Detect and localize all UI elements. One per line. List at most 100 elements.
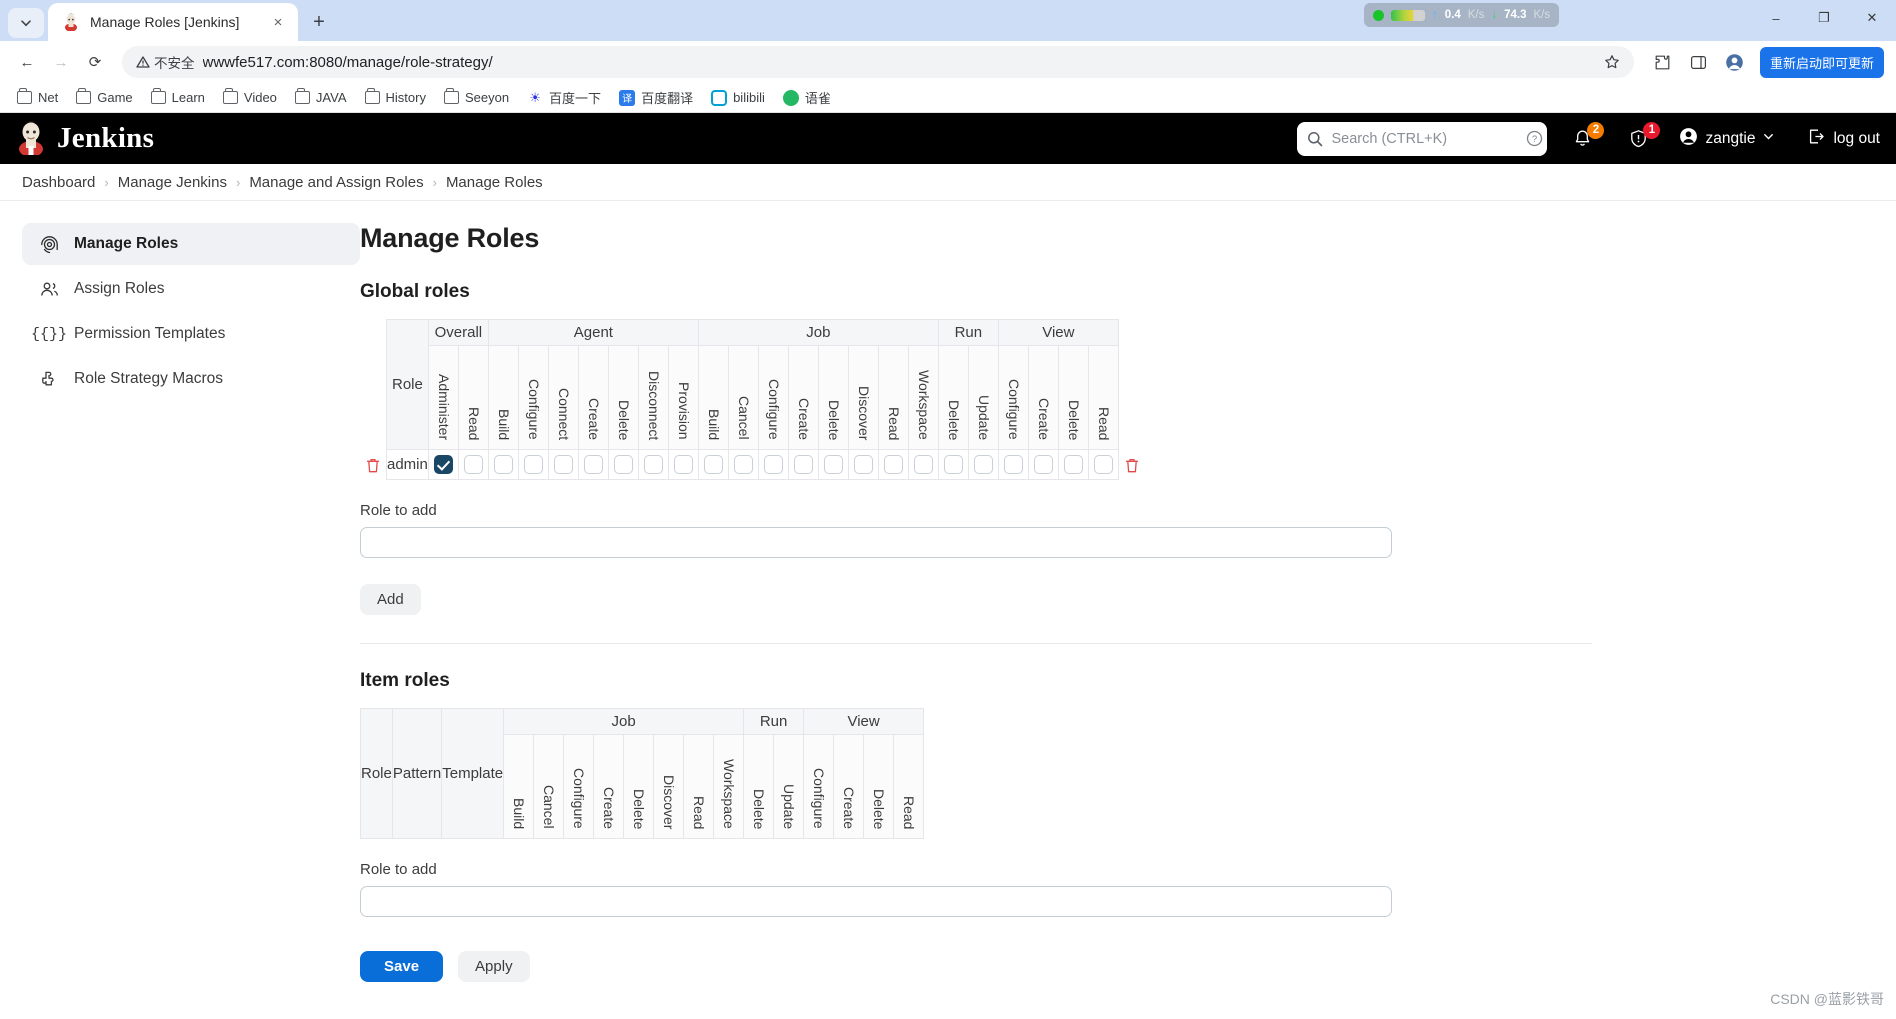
logout-icon: [1807, 127, 1826, 151]
checkbox-unchecked-icon[interactable]: [493, 455, 513, 474]
checkbox-unchecked-icon[interactable]: [553, 455, 573, 474]
permission-cell-update-18[interactable]: [967, 449, 999, 480]
sidebar-item-role-strategy-macros[interactable]: Role Strategy Macros: [22, 358, 360, 400]
permission-cell-create-20[interactable]: [1027, 449, 1059, 480]
permission-cell-provision-8[interactable]: [667, 449, 699, 480]
permission-cell-configure-11[interactable]: [757, 449, 789, 480]
bookmark-baidu-translate[interactable]: 译 百度翻译: [612, 85, 700, 110]
bookmark-learn[interactable]: Learn: [144, 87, 212, 108]
forward-icon[interactable]: →: [46, 47, 76, 77]
permission-cell-delete-13[interactable]: [817, 449, 849, 480]
permission-cell-configure-3[interactable]: [517, 449, 549, 480]
checkbox-unchecked-icon[interactable]: [463, 455, 483, 474]
permission-cell-read-1[interactable]: [457, 449, 489, 480]
address-bar[interactable]: 不安全 wwwfe517.com:8080/manage/role-strate…: [122, 46, 1634, 78]
jenkins-search-box[interactable]: ?: [1297, 121, 1548, 156]
side-panel-icon[interactable]: [1684, 47, 1714, 77]
permission-cell-workspace-16[interactable]: [907, 449, 939, 480]
permission-cell-create-5[interactable]: [577, 449, 609, 480]
checkbox-unchecked-icon[interactable]: [763, 455, 783, 474]
breadcrumb-item-manage-roles[interactable]: Manage Roles: [446, 174, 543, 191]
checkbox-unchecked-icon[interactable]: [913, 455, 933, 474]
close-icon[interactable]: ×: [268, 12, 288, 32]
jenkins-home-link[interactable]: Jenkins: [14, 119, 154, 159]
new-tab-button[interactable]: +: [304, 7, 334, 37]
permission-cell-administer-0[interactable]: [427, 449, 459, 480]
permission-cell-delete-21[interactable]: [1057, 449, 1089, 480]
item-role-to-add-input[interactable]: [360, 886, 1392, 917]
update-browser-button[interactable]: 重新启动即可更新: [1759, 46, 1884, 78]
sidebar-item-manage-roles[interactable]: Manage Roles: [22, 223, 360, 265]
notifications-bell-button[interactable]: 2: [1567, 121, 1605, 154]
permission-cell-delete-6[interactable]: [607, 449, 639, 480]
trash-icon[interactable]: [360, 450, 386, 480]
search-input[interactable]: [1331, 130, 1519, 147]
search-icon: [1307, 131, 1323, 147]
breadcrumb-item-manage-jenkins[interactable]: Manage Jenkins: [118, 174, 227, 191]
profile-avatar-icon[interactable]: [1720, 47, 1750, 77]
permission-cell-create-12[interactable]: [787, 449, 819, 480]
breadcrumb-item-dashboard[interactable]: Dashboard: [22, 174, 95, 191]
checkbox-checked-icon[interactable]: [433, 455, 453, 474]
bookmark-java[interactable]: JAVA: [288, 87, 354, 108]
checkbox-unchecked-icon[interactable]: [1033, 455, 1053, 474]
browser-tab[interactable]: Manage Roles [Jenkins] ×: [48, 3, 298, 41]
bookmark-baidu[interactable]: ☀ 百度一下: [520, 85, 608, 110]
save-button[interactable]: Save: [360, 951, 444, 982]
checkbox-unchecked-icon[interactable]: [973, 455, 993, 474]
maximize-button[interactable]: ❐: [1800, 0, 1848, 36]
permission-cell-read-22[interactable]: [1087, 449, 1119, 480]
permission-cell-configure-19[interactable]: [997, 449, 1029, 480]
checkbox-unchecked-icon[interactable]: [733, 455, 753, 474]
user-menu-button[interactable]: zangtie: [1679, 127, 1775, 151]
column-header-label: Discover: [855, 385, 872, 440]
checkbox-unchecked-icon[interactable]: [613, 455, 633, 474]
bookmark-seeyon[interactable]: Seeyon: [437, 87, 516, 108]
back-icon[interactable]: ←: [12, 47, 42, 77]
permission-cell-build-9[interactable]: [697, 449, 729, 480]
minimize-button[interactable]: –: [1752, 0, 1800, 36]
checkbox-unchecked-icon[interactable]: [673, 455, 693, 474]
delete-role-right-icon[interactable]: [1119, 450, 1145, 480]
sidebar-item-assign-roles[interactable]: Assign Roles: [22, 268, 360, 310]
checkbox-unchecked-icon[interactable]: [1093, 455, 1113, 474]
close-window-button[interactable]: ✕: [1848, 0, 1896, 36]
permission-cell-discover-14[interactable]: [847, 449, 879, 480]
bookmark-game[interactable]: Game: [69, 87, 139, 108]
permission-cell-cancel-10[interactable]: [727, 449, 759, 480]
global-role-to-add-input[interactable]: [360, 527, 1392, 558]
checkbox-unchecked-icon[interactable]: [793, 455, 813, 474]
add-global-role-button[interactable]: Add: [360, 584, 421, 615]
bookmark-yuque[interactable]: 语雀: [776, 85, 838, 110]
bookmark-bilibili[interactable]: bilibili: [704, 87, 772, 109]
bookmark-history[interactable]: History: [358, 87, 433, 108]
bookmark-video[interactable]: Video: [216, 87, 284, 108]
logout-button[interactable]: log out: [1807, 127, 1880, 151]
permission-cell-read-15[interactable]: [877, 449, 909, 480]
checkbox-unchecked-icon[interactable]: [853, 455, 873, 474]
permission-cell-disconnect-7[interactable]: [637, 449, 669, 480]
bookmark-net[interactable]: Net: [10, 87, 65, 108]
bookmark-star-icon[interactable]: [1604, 54, 1620, 70]
apply-button[interactable]: Apply: [458, 951, 530, 982]
security-alert-button[interactable]: 1: [1623, 121, 1661, 154]
sidebar-item-permission-templates[interactable]: {{}} Permission Templates: [22, 313, 360, 355]
breadcrumb-item-manage-and-assign-roles[interactable]: Manage and Assign Roles: [249, 174, 423, 191]
checkbox-unchecked-icon[interactable]: [643, 455, 663, 474]
tab-search-button[interactable]: [8, 8, 44, 38]
checkbox-unchecked-icon[interactable]: [1063, 455, 1083, 474]
help-circle-icon[interactable]: ?: [1526, 130, 1543, 147]
permission-cell-build-2[interactable]: [487, 449, 519, 480]
checkbox-unchecked-icon[interactable]: [883, 455, 903, 474]
not-secure-indicator[interactable]: 不安全: [136, 52, 195, 72]
checkbox-unchecked-icon[interactable]: [583, 455, 603, 474]
reload-icon[interactable]: ⟳: [80, 47, 110, 77]
checkbox-unchecked-icon[interactable]: [523, 455, 543, 474]
checkbox-unchecked-icon[interactable]: [1003, 455, 1023, 474]
permission-cell-connect-4[interactable]: [547, 449, 579, 480]
checkbox-unchecked-icon[interactable]: [823, 455, 843, 474]
checkbox-unchecked-icon[interactable]: [703, 455, 723, 474]
checkbox-unchecked-icon[interactable]: [943, 455, 963, 474]
permission-cell-delete-17[interactable]: [937, 449, 969, 480]
extensions-icon[interactable]: [1648, 47, 1678, 77]
